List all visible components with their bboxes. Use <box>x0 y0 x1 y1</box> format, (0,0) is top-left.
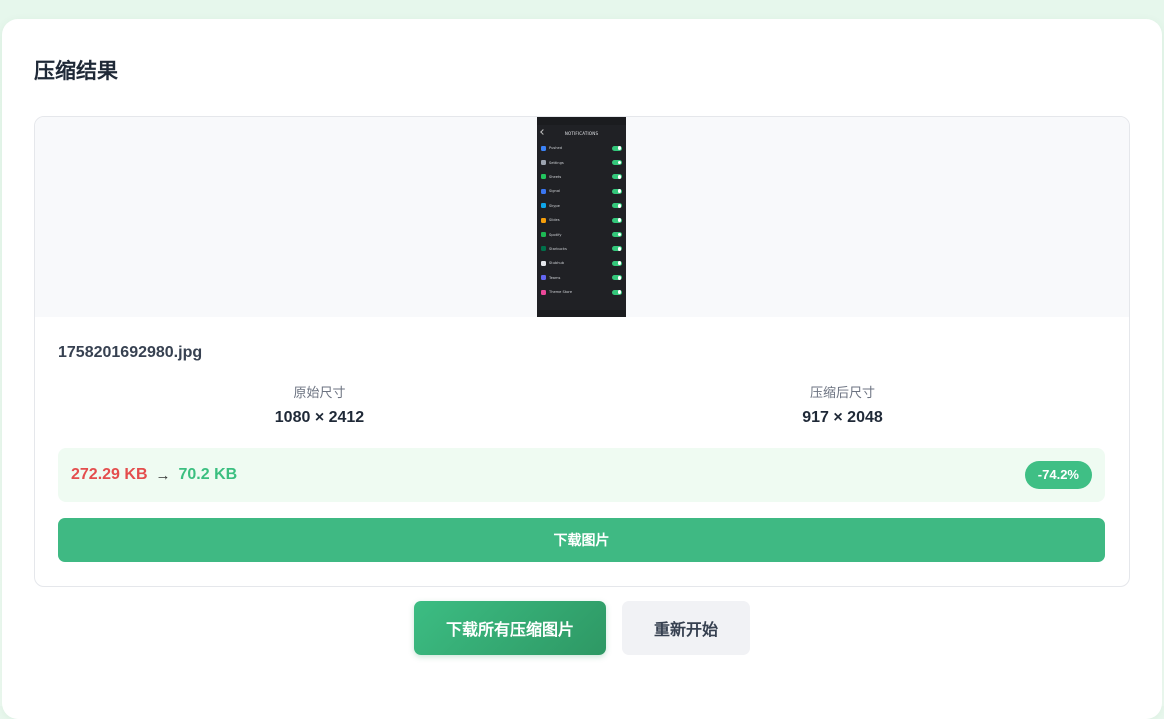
app-name: Starbucks <box>549 247 609 251</box>
bottom-actions: 下载所有压缩图片 重新开始 <box>2 601 1162 655</box>
thumbnail-status-bar <box>537 117 626 125</box>
toggle-on-icon <box>612 189 622 194</box>
compressed-dimensions: 压缩后尺寸 917 × 2048 <box>581 382 1104 432</box>
app-name: Signal <box>549 189 609 193</box>
file-size-comparison: 272.29 KB → 70.2 KB -74.2% <box>58 448 1105 502</box>
thumbnail-app-row: Settings <box>541 155 622 169</box>
app-icon <box>541 160 546 165</box>
thumbnail-nav-bar <box>537 310 626 317</box>
toggle-on-icon <box>612 232 622 237</box>
toggle-on-icon <box>612 174 622 179</box>
toggle-on-icon <box>612 261 622 266</box>
image-thumbnail: NOTIFICATIONS Pushed Settings Sheets Signal… <box>537 117 626 317</box>
app-icon <box>541 261 546 266</box>
restart-button[interactable]: 重新开始 <box>622 601 750 655</box>
thumbnail-app-row: Starbucks <box>541 242 622 256</box>
app-name: Stubhub <box>549 261 609 265</box>
app-icon <box>541 232 546 237</box>
page-title: 压缩结果 <box>34 55 118 85</box>
app-name: Pushed <box>549 146 609 150</box>
compressed-dimensions-label: 压缩后尺寸 <box>581 382 1104 401</box>
app-icon <box>541 275 546 280</box>
thumbnail-app-row: Signal <box>541 184 622 198</box>
result-item: NOTIFICATIONS Pushed Settings Sheets Signal… <box>34 116 1130 587</box>
app-icon <box>541 174 546 179</box>
app-name: Skype <box>549 204 609 208</box>
thumbnail-app-row: Stubhub <box>541 256 622 270</box>
thumbnail-app-row: Slides <box>541 213 622 227</box>
original-dimensions-label: 原始尺寸 <box>58 382 581 401</box>
app-icon <box>541 246 546 251</box>
compressed-file-size: 70.2 KB <box>179 466 238 484</box>
app-icon <box>541 218 546 223</box>
thumbnail-app-row: Pushed <box>541 141 622 155</box>
app-name: Spotify <box>549 233 609 237</box>
download-image-button[interactable]: 下载图片 <box>58 518 1105 562</box>
app-name: Theme Store <box>549 290 609 294</box>
app-icon <box>541 189 546 194</box>
toggle-on-icon <box>612 290 622 295</box>
thumbnail-app-list: Pushed Settings Sheets Signal Skype Slides Spo… <box>537 141 626 299</box>
back-arrow-icon <box>540 129 546 135</box>
thumbnail-header-label: NOTIFICATIONS <box>565 131 598 136</box>
app-icon <box>541 290 546 295</box>
thumbnail-app-row: Sheets <box>541 170 622 184</box>
app-name: Teams <box>549 276 609 280</box>
reduction-badge: -74.2% <box>1025 461 1092 489</box>
thumbnail-app-row: Teams <box>541 271 622 285</box>
toggle-on-icon <box>612 160 622 165</box>
compressed-dimensions-value: 917 × 2048 <box>581 409 1104 427</box>
toggle-on-icon <box>612 146 622 151</box>
app-name: Sheets <box>549 175 609 179</box>
toggle-on-icon <box>612 275 622 280</box>
compression-result-card: 压缩结果 NOTIFICATIONS Pushed Settings Sheets S… <box>2 19 1162 719</box>
file-name: 1758201692980.jpg <box>58 344 202 362</box>
original-file-size: 272.29 KB <box>71 466 148 484</box>
original-dimensions-value: 1080 × 2412 <box>58 409 581 427</box>
app-icon <box>541 146 546 151</box>
download-all-button[interactable]: 下载所有压缩图片 <box>414 601 606 655</box>
arrow-right-icon: → <box>156 467 171 484</box>
toggle-on-icon <box>612 203 622 208</box>
thumbnail-app-row: Skype <box>541 199 622 213</box>
toggle-on-icon <box>612 246 622 251</box>
app-icon <box>541 203 546 208</box>
toggle-on-icon <box>612 218 622 223</box>
thumbnail-app-row: Theme Store <box>541 285 622 299</box>
thumbnail-header: NOTIFICATIONS <box>537 125 626 141</box>
app-name: Settings <box>549 161 609 165</box>
app-name: Slides <box>549 218 609 222</box>
original-dimensions: 原始尺寸 1080 × 2412 <box>58 382 581 432</box>
thumbnail-app-row: Spotify <box>541 227 622 241</box>
dimensions-comparison: 原始尺寸 1080 × 2412 压缩后尺寸 917 × 2048 <box>58 382 1104 432</box>
image-preview-area: NOTIFICATIONS Pushed Settings Sheets Signal… <box>35 117 1129 317</box>
